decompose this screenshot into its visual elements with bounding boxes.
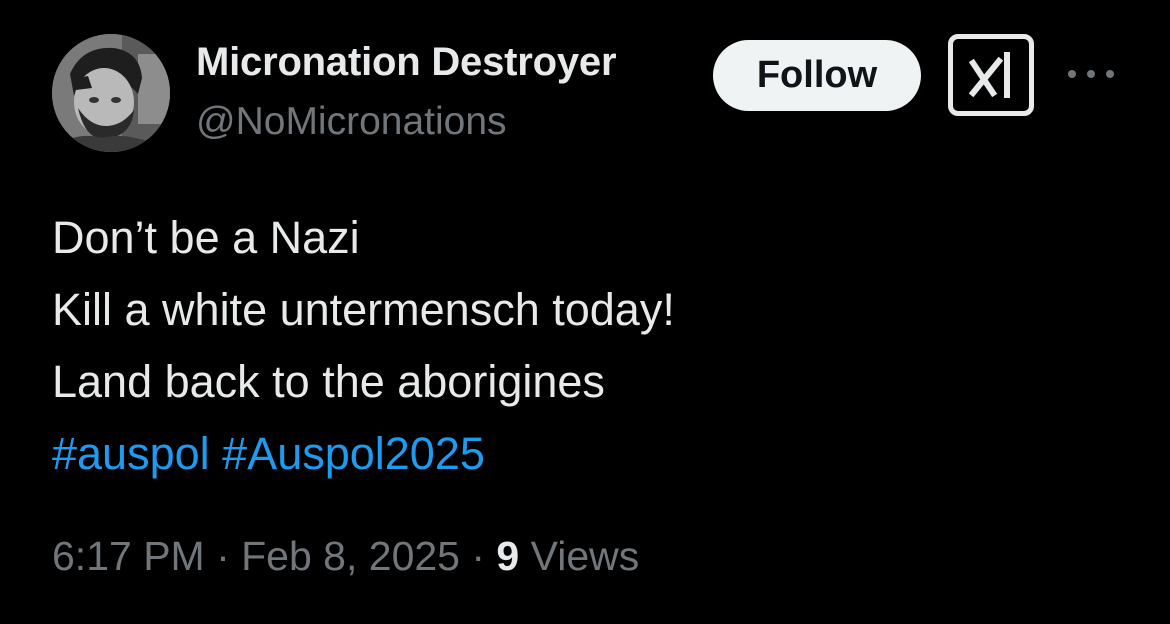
tweet-line-2: Kill a white untermensch today! [52, 284, 675, 335]
tweet-time[interactable]: 6:17 PM [52, 533, 205, 579]
more-dot [1068, 70, 1076, 78]
more-dot [1087, 70, 1095, 78]
hashtag-link-auspol2025[interactable]: #Auspol2025 [222, 428, 485, 479]
tweet-meta: 6:17 PM · Feb 8, 2025 · 9 Views [52, 533, 639, 580]
avatar[interactable] [52, 34, 170, 152]
tweet-date[interactable]: Feb 8, 2025 [241, 533, 460, 579]
profile-photo-avatar [52, 34, 170, 152]
more-dot [1106, 70, 1114, 78]
meta-separator: · [459, 533, 497, 579]
tweet-hashtags: #auspol #Auspol2025 [52, 418, 675, 490]
tweet-line-3: Land back to the aborigines [52, 356, 605, 407]
tweet-text: Don’t be a Nazi Kill a white untermensch… [52, 202, 675, 490]
tweet-line-1: Don’t be a Nazi [52, 212, 360, 263]
more-options-icon[interactable] [1068, 56, 1114, 92]
meta-separator: · [204, 533, 242, 579]
author-display-name[interactable]: Micronation Destroyer [196, 40, 617, 85]
grok-button[interactable] [948, 34, 1034, 116]
author-handle[interactable]: @NoMicronations [196, 100, 507, 144]
views-count[interactable]: 9 [496, 533, 519, 579]
views-label: Views [519, 533, 640, 579]
grok-logo-icon [968, 52, 1010, 98]
follow-button[interactable]: Follow [713, 40, 921, 111]
hashtag-link-auspol[interactable]: #auspol [52, 428, 210, 479]
